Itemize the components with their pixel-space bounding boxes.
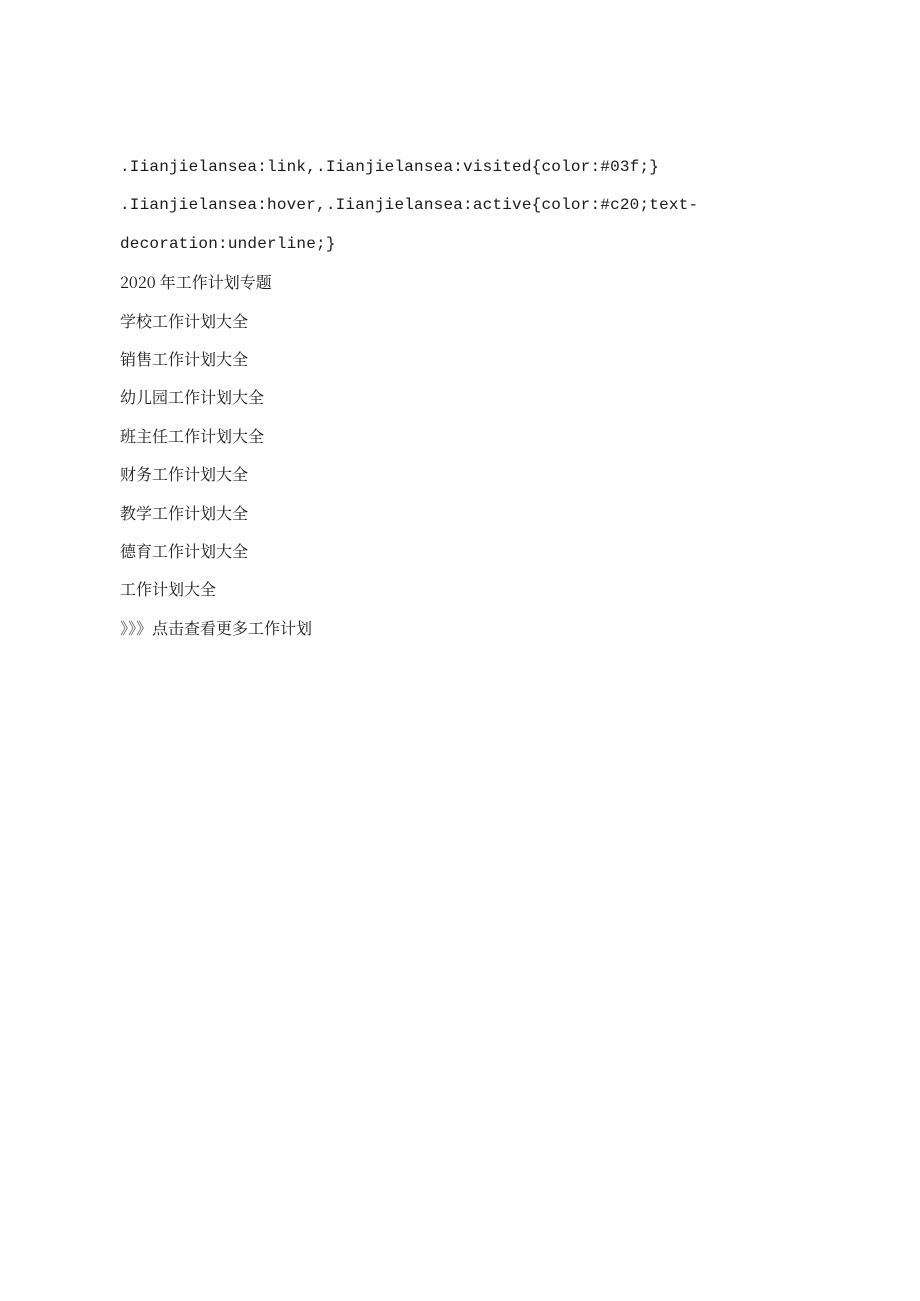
code-line-1: .Iianjielansea:link,.Iianjielansea:visit… [120, 148, 800, 186]
list-item: 销售工作计划大全 [120, 340, 800, 378]
list-item: 2020 年工作计划专题 [120, 263, 800, 301]
list-item: 教学工作计划大全 [120, 494, 800, 532]
code-line-2: .Iianjielansea:hover,.Iianjielansea:acti… [120, 186, 800, 224]
list-item: 工作计划大全 [120, 570, 800, 608]
list-item: 财务工作计划大全 [120, 455, 800, 493]
document-page: .Iianjielansea:link,.Iianjielansea:visit… [0, 0, 920, 1301]
list-item: 学校工作计划大全 [120, 302, 800, 340]
list-item: 幼儿园工作计划大全 [120, 378, 800, 416]
list-item: 班主任工作计划大全 [120, 417, 800, 455]
list-item: 德育工作计划大全 [120, 532, 800, 570]
code-line-3: decoration:underline;} [120, 225, 800, 263]
more-link-text: 》》》点击查看更多工作计划 [120, 609, 800, 647]
